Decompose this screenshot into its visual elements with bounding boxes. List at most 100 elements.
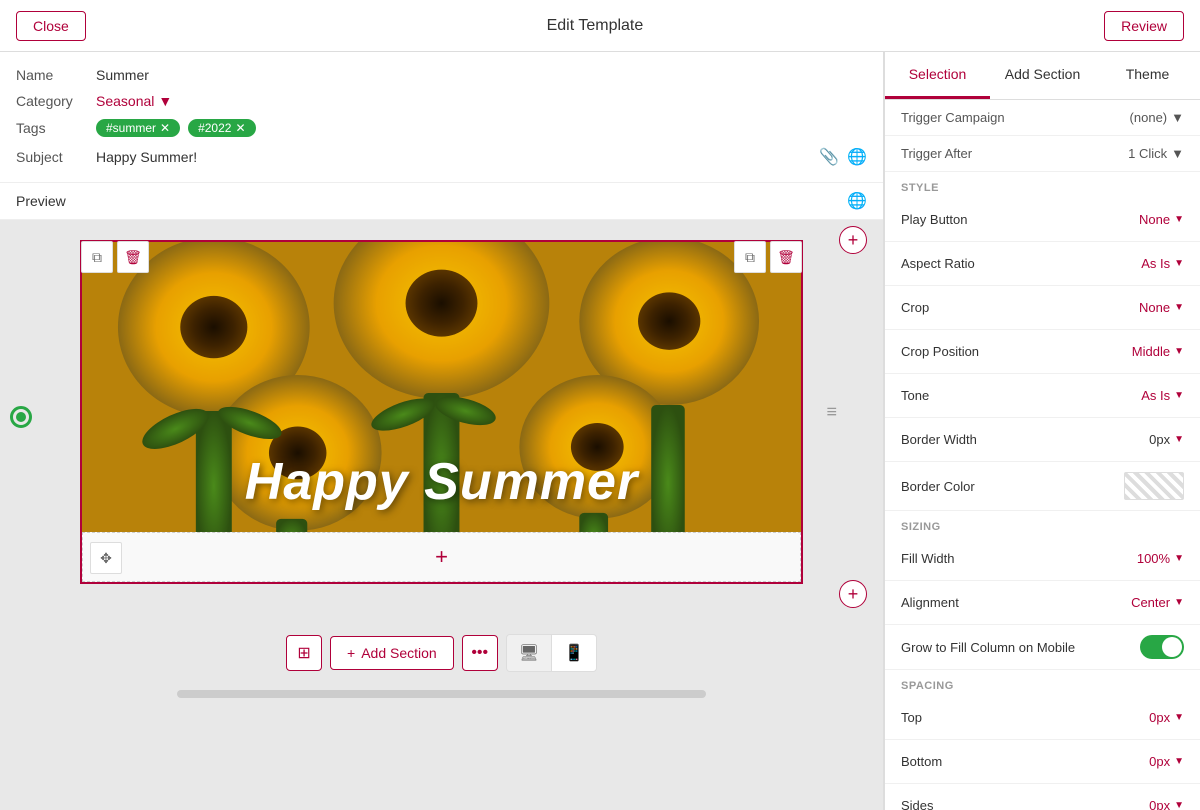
grid-icon-button[interactable]: ⊞ <box>286 635 322 671</box>
prop-tone-row: Tone As Is ▼ <box>885 374 1200 418</box>
trigger-campaign-arrow-icon: ▼ <box>1171 110 1184 125</box>
desktop-device-button[interactable]: 🖥 <box>507 635 552 671</box>
crop-arrow-icon: ▼ <box>1174 302 1184 313</box>
paperclip-icon[interactable]: 📎 <box>819 147 839 167</box>
border-color-swatch[interactable] <box>1124 472 1184 500</box>
crop-position-arrow-icon: ▼ <box>1174 346 1184 357</box>
sizing-section-label: Sizing <box>885 511 1200 537</box>
prop-play-button-value: None <box>1139 212 1170 227</box>
prop-aspect-ratio-row: Aspect Ratio As Is ▼ <box>885 242 1200 286</box>
category-dropdown[interactable]: Seasonal ▼ <box>96 93 172 109</box>
meta-section: Name Summer Category Seasonal ▼ Tags #su… <box>0 52 883 183</box>
prop-tone-dropdown[interactable]: As Is ▼ <box>1141 388 1184 403</box>
category-label: Category <box>16 93 96 109</box>
image-text-overlay: Happy Summer <box>82 432 801 532</box>
prop-spacing-top-value: 0px <box>1149 710 1170 725</box>
trigger-campaign-dropdown[interactable]: (none) ▼ <box>1130 110 1184 125</box>
image-headline: Happy Summer <box>245 453 638 511</box>
tag-summer[interactable]: #summer ✕ <box>96 119 180 137</box>
name-label: Name <box>16 67 96 83</box>
scroll-indicator <box>177 690 707 698</box>
page-title: Edit Template <box>547 17 644 35</box>
prop-spacing-bottom-dropdown[interactable]: 0px ▼ <box>1149 754 1184 769</box>
name-value: Summer <box>96 67 149 83</box>
tags-row: Tags #summer ✕ #2022 ✕ <box>16 114 867 142</box>
tag-summer-remove-icon[interactable]: ✕ <box>160 121 170 135</box>
prop-spacing-top-dropdown[interactable]: 0px ▼ <box>1149 710 1184 725</box>
circle-indicator-inner <box>10 406 32 428</box>
spacing-sides-arrow-icon: ▼ <box>1174 800 1184 810</box>
section-copy-button[interactable]: ⧉ <box>81 241 113 273</box>
right-panel: Selection Add Section Theme Trigger Camp… <box>884 52 1200 810</box>
prop-crop-label: Crop <box>901 300 929 315</box>
prop-spacing-bottom-row: Bottom 0px ▼ <box>885 740 1200 784</box>
prop-fill-width-row: Fill Width 100% ▼ <box>885 537 1200 581</box>
prop-crop-position-row: Crop Position Middle ▼ <box>885 330 1200 374</box>
move-handle[interactable]: ✥ <box>90 542 122 574</box>
prop-fill-width-value: 100% <box>1137 551 1170 566</box>
prop-play-button-dropdown[interactable]: None ▼ <box>1139 212 1184 227</box>
trigger-after-arrow-icon: ▼ <box>1171 146 1184 161</box>
category-arrow-icon: ▼ <box>158 93 172 109</box>
prop-play-button-row: Play Button None ▼ <box>885 198 1200 242</box>
prop-crop-position-dropdown[interactable]: Middle ▼ <box>1132 344 1184 359</box>
prop-border-width-label: Border Width <box>901 432 977 447</box>
tab-add-section[interactable]: Add Section <box>990 52 1095 99</box>
canvas-area[interactable]: + ⧉ 🗑 ⧉ 🗑 <box>0 220 883 810</box>
plus-bottom-button[interactable]: + <box>839 580 867 608</box>
section-delete-button[interactable]: 🗑 <box>117 241 149 273</box>
trigger-campaign-value: (none) <box>1130 110 1168 125</box>
add-section-label: Add Section <box>361 645 437 661</box>
tag-2022-remove-icon[interactable]: ✕ <box>235 121 245 135</box>
left-panel: Name Summer Category Seasonal ▼ Tags #su… <box>0 52 884 810</box>
prop-spacing-sides-dropdown[interactable]: 0px ▼ <box>1149 798 1184 810</box>
right-content: Trigger Campaign (none) ▼ Trigger After … <box>885 100 1200 810</box>
prop-spacing-sides-value: 0px <box>1149 798 1170 810</box>
prop-alignment-dropdown[interactable]: Center ▼ <box>1131 595 1184 610</box>
spacing-bottom-arrow-icon: ▼ <box>1174 756 1184 767</box>
tag-2022-label: #2022 <box>198 121 231 135</box>
tab-theme[interactable]: Theme <box>1095 52 1200 99</box>
review-button[interactable]: Review <box>1104 11 1184 41</box>
placeholder-row[interactable]: + <box>82 532 801 582</box>
subject-label: Subject <box>16 149 96 165</box>
prop-fill-width-label: Fill Width <box>901 551 954 566</box>
category-row: Category Seasonal ▼ <box>16 88 867 114</box>
prop-grow-mobile-row: Grow to Fill Column on Mobile <box>885 625 1200 670</box>
prop-crop-dropdown[interactable]: None ▼ <box>1139 300 1184 315</box>
drag-handle-right[interactable]: ≡ <box>826 402 837 423</box>
subject-row: Subject Happy Summer! 📎 🌐 <box>16 142 867 172</box>
add-section-button[interactable]: + Add Section <box>330 636 454 670</box>
alignment-arrow-icon: ▼ <box>1174 597 1184 608</box>
add-section-bar: ⊞ + Add Section ••• 🖥 📱 <box>276 624 607 682</box>
tag-2022[interactable]: #2022 ✕ <box>188 119 255 137</box>
section-toolbar-top-right: ⧉ 🗑 <box>734 241 802 273</box>
placeholder-plus-icon[interactable]: + <box>435 544 448 570</box>
play-button-arrow-icon: ▼ <box>1174 214 1184 225</box>
prop-border-width-row: Border Width 0px ▼ <box>885 418 1200 462</box>
trigger-after-dropdown[interactable]: 1 Click ▼ <box>1128 146 1184 161</box>
more-options-button[interactable]: ••• <box>462 635 498 671</box>
block-copy-button[interactable]: ⧉ <box>734 241 766 273</box>
globe-icon[interactable]: 🌐 <box>847 147 867 167</box>
prop-fill-width-dropdown[interactable]: 100% ▼ <box>1137 551 1184 566</box>
tab-selection[interactable]: Selection <box>885 52 990 99</box>
mobile-device-button[interactable]: 📱 <box>552 635 596 671</box>
prop-aspect-ratio-dropdown[interactable]: As Is ▼ <box>1141 256 1184 271</box>
prop-tone-label: Tone <box>901 388 929 403</box>
plus-top-button[interactable]: + <box>839 226 867 254</box>
prop-border-width-dropdown[interactable]: 0px ▼ <box>1149 432 1184 447</box>
grow-mobile-toggle[interactable] <box>1140 635 1184 659</box>
right-tabs: Selection Add Section Theme <box>885 52 1200 100</box>
prop-alignment-value: Center <box>1131 595 1170 610</box>
image-block[interactable]: Happy Summer <box>82 242 801 532</box>
prop-crop-row: Crop None ▼ <box>885 286 1200 330</box>
tags-container: #summer ✕ #2022 ✕ <box>96 119 256 137</box>
prop-aspect-ratio-value: As Is <box>1141 256 1170 271</box>
block-delete-button[interactable]: 🗑 <box>770 241 802 273</box>
preview-globe-icon[interactable]: 🌐 <box>847 191 867 211</box>
preview-bar: Preview 🌐 <box>0 183 883 220</box>
trigger-after-row: Trigger After 1 Click ▼ <box>885 136 1200 172</box>
tags-label: Tags <box>16 120 96 136</box>
close-button[interactable]: Close <box>16 11 86 41</box>
